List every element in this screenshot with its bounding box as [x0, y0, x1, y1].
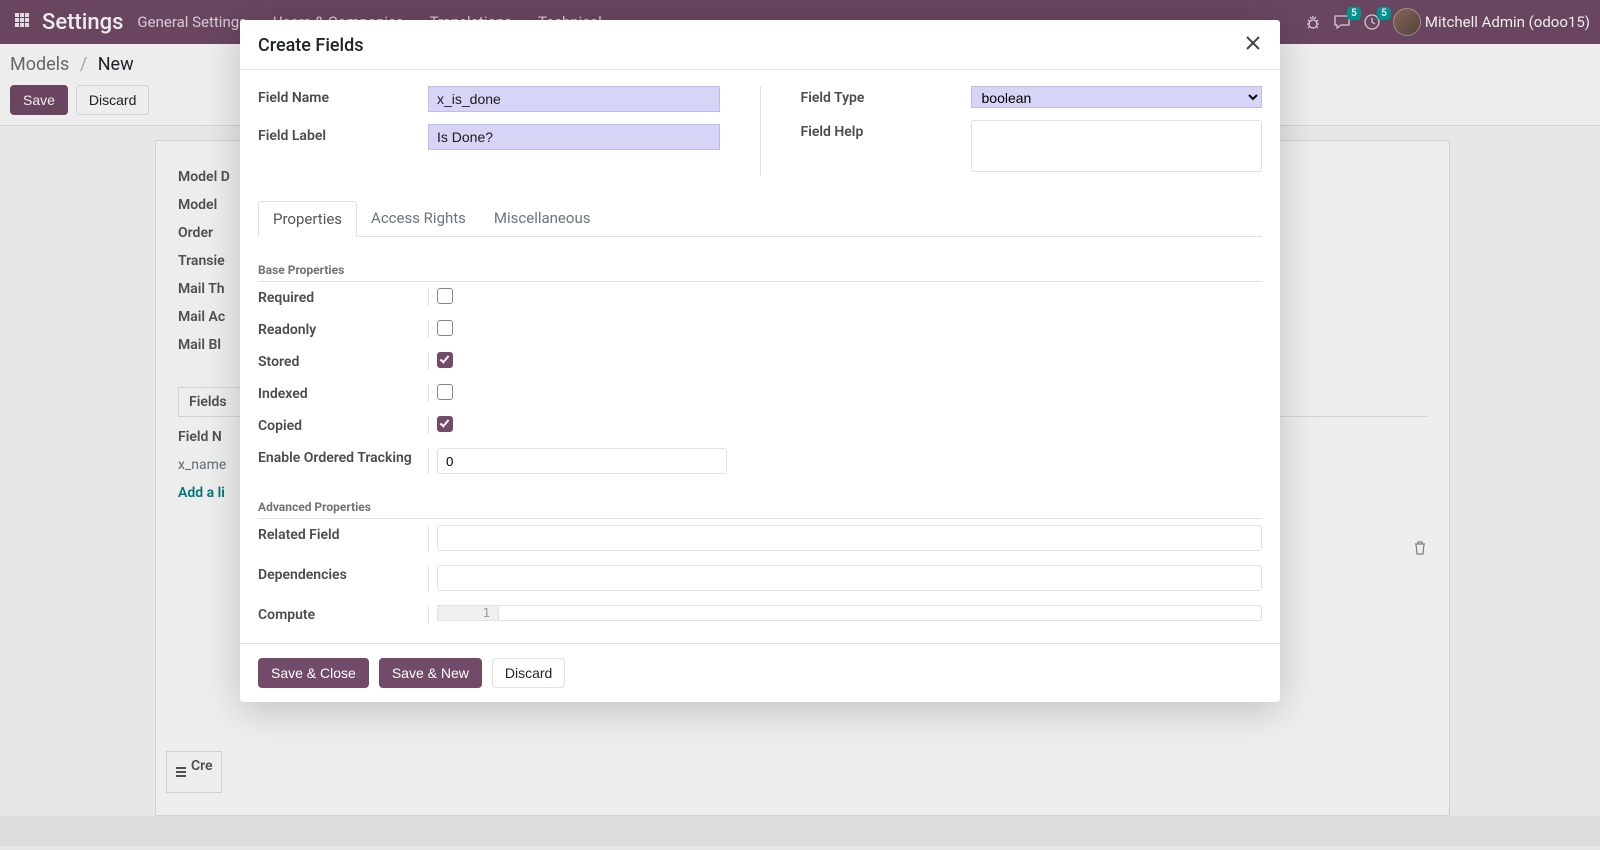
modal-title: Create Fields: [258, 35, 364, 56]
compute-gutter: 1: [437, 605, 498, 621]
tab-properties[interactable]: Properties: [258, 201, 357, 237]
input-dependencies[interactable]: [437, 565, 1262, 591]
checkbox-required[interactable]: [437, 288, 453, 304]
compute-editor[interactable]: 1: [437, 605, 1262, 621]
label-field-type: Field Type: [801, 86, 971, 108]
save-new-button[interactable]: Save & New: [379, 658, 482, 688]
label-field-help: Field Help: [801, 120, 971, 176]
input-field-name[interactable]: [428, 86, 720, 112]
label-readonly: Readonly: [258, 320, 428, 338]
input-field-label[interactable]: [428, 124, 720, 150]
modal-discard-button[interactable]: Discard: [492, 658, 565, 688]
label-dependencies: Dependencies: [258, 565, 428, 591]
modal-tabs: Properties Access Rights Miscellaneous: [258, 200, 1262, 237]
checkbox-stored[interactable]: [437, 352, 453, 368]
section-advanced-properties: Advanced Properties: [258, 500, 1262, 519]
label-tracking: Enable Ordered Tracking: [258, 448, 428, 474]
label-field-label: Field Label: [258, 124, 428, 150]
create-fields-modal: Create Fields Field Name Field Label Fie…: [240, 20, 1280, 702]
label-indexed: Indexed: [258, 384, 428, 402]
tab-access-rights[interactable]: Access Rights: [357, 201, 480, 237]
label-compute: Compute: [258, 605, 428, 623]
label-related: Related Field: [258, 525, 428, 551]
section-base-properties: Base Properties: [258, 263, 1262, 282]
checkbox-copied[interactable]: [437, 416, 453, 432]
label-required: Required: [258, 288, 428, 306]
modal-close-button[interactable]: [1244, 34, 1262, 57]
input-related[interactable]: [437, 525, 1262, 551]
label-copied: Copied: [258, 416, 428, 434]
save-close-button[interactable]: Save & Close: [258, 658, 369, 688]
label-field-name: Field Name: [258, 86, 428, 112]
checkbox-indexed[interactable]: [437, 384, 453, 400]
checkbox-readonly[interactable]: [437, 320, 453, 336]
textarea-field-help[interactable]: [971, 120, 1263, 172]
input-tracking[interactable]: [437, 448, 727, 474]
label-stored: Stored: [258, 352, 428, 370]
tab-miscellaneous[interactable]: Miscellaneous: [480, 201, 605, 237]
select-field-type[interactable]: boolean: [971, 86, 1263, 108]
